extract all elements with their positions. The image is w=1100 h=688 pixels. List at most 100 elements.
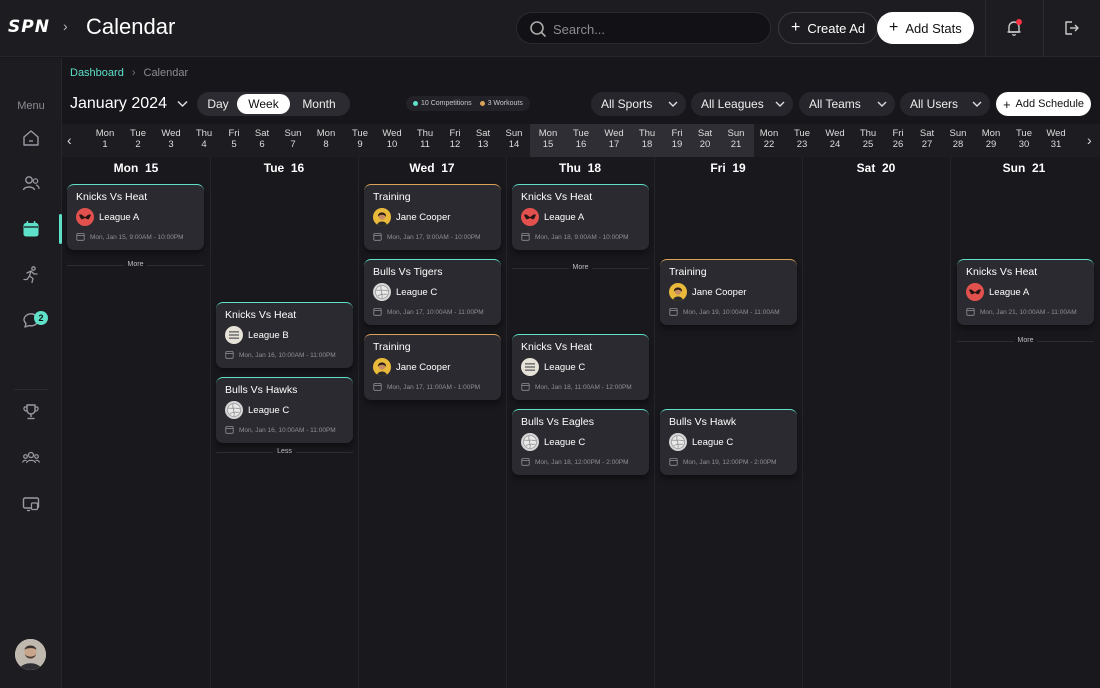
event-subtitle: League A	[989, 286, 1030, 298]
notification-button[interactable]	[1005, 19, 1023, 42]
workout-event-card[interactable]: Training Jane Cooper Mon, Jan 17, 9:00AM -…	[364, 184, 501, 250]
date-strip-day[interactable]: Mon 22	[754, 128, 784, 150]
calendar-icon	[521, 232, 530, 243]
event-time: Mon, Jan 16, 10:00AM - 11:00PM	[239, 352, 336, 359]
date-strip-day[interactable]: Fri 12	[440, 128, 470, 150]
day-number: 24	[829, 139, 841, 150]
sidebar-item-ads[interactable]	[19, 492, 43, 516]
breadcrumb-dashboard-link[interactable]: Dashboard	[70, 67, 124, 79]
search-input[interactable]	[553, 19, 763, 39]
weekday-label: Fri	[449, 128, 461, 139]
date-strip-day[interactable]: Sun 28	[943, 128, 973, 150]
weekday-label: Sat	[475, 128, 491, 139]
sidebar-item-users[interactable]	[19, 171, 43, 195]
event-title: Knicks Vs Heat	[521, 191, 593, 203]
search-box[interactable]	[516, 12, 771, 44]
competition-event-card[interactable]: Knicks Vs Heat League B Mon, Jan 16, 10:00…	[216, 302, 353, 368]
avatar[interactable]	[15, 639, 46, 670]
date-strip-day[interactable]: Wed 10	[377, 128, 407, 150]
competition-event-card[interactable]: Knicks Vs Heat League A Mon, Jan 18, 9:00A…	[512, 184, 649, 250]
date-strip-day[interactable]: Fri 26	[883, 128, 913, 150]
sidebar-item-teams[interactable]	[19, 446, 43, 470]
event-time-row: Mon, Jan 19, 10:00AM - 11:00AM	[669, 307, 780, 318]
show-more-button[interactable]: More	[957, 337, 1094, 344]
date-strip-day[interactable]: Mon 8	[311, 128, 341, 150]
date-strip-day[interactable]: Mon 1	[90, 128, 120, 150]
date-strip-day[interactable]: Thu 25	[853, 128, 883, 150]
sidebar-item-home[interactable]	[19, 126, 43, 150]
workout-event-card[interactable]: Training Jane Cooper Mon, Jan 17, 11:00AM …	[364, 334, 501, 400]
day-number: 12	[449, 139, 461, 150]
date-strip-day[interactable]: Tue 23	[787, 128, 817, 150]
date-strip-day[interactable]: Wed 17	[599, 128, 629, 150]
event-time-row: Mon, Jan 15, 9:00AM - 10:00PM	[76, 232, 184, 243]
date-strip-day[interactable]: Tue 9	[345, 128, 375, 150]
date-strip-day[interactable]: Tue 30	[1009, 128, 1039, 150]
date-strip-day[interactable]: Mon 15	[533, 128, 563, 150]
event-subtitle-row: League C	[669, 433, 733, 451]
date-strip-day[interactable]: Thu 18	[632, 128, 662, 150]
date-strip-day[interactable]: Sun 14	[499, 128, 529, 150]
competition-event-card[interactable]: Bulls Vs Hawk League C Mon, Jan 19, 12:00P…	[660, 409, 797, 475]
date-strip-day[interactable]: Wed 3	[156, 128, 186, 150]
logout-button[interactable]	[1062, 19, 1080, 42]
date-strip-day[interactable]: Sun 7	[278, 128, 308, 150]
date-strip-day[interactable]: Mon 29	[976, 128, 1006, 150]
next-dates-button[interactable]: ›	[1087, 132, 1092, 148]
date-strip-day[interactable]: Wed 24	[820, 128, 850, 150]
prev-dates-button[interactable]: ‹	[67, 132, 72, 148]
league-ball-icon	[521, 433, 539, 451]
league-ball-icon	[669, 433, 687, 451]
event-time: Mon, Jan 16, 10:00AM - 11:00PM	[239, 427, 336, 434]
date-strip-day[interactable]: Thu 4	[189, 128, 219, 150]
view-week-button[interactable]: Week	[237, 94, 290, 114]
competition-event-card[interactable]: Knicks Vs Heat League A Mon, Jan 21, 10:00…	[957, 259, 1094, 325]
weekday-label: Wed	[382, 128, 402, 139]
event-subtitle-row: League B	[225, 326, 289, 344]
date-strip-day[interactable]: Thu 11	[410, 128, 440, 150]
add-schedule-button[interactable]: + Add Schedule	[996, 92, 1091, 116]
day-number: 2	[135, 139, 141, 150]
date-strip-day[interactable]: Sat 6	[247, 128, 277, 150]
show-less-button[interactable]: Less	[216, 448, 353, 455]
competition-event-card[interactable]: Knicks Vs Heat League C Mon, Jan 18, 11:00…	[512, 334, 649, 400]
competition-event-card[interactable]: Bulls Vs Hawks League C Mon, Jan 16, 10:00…	[216, 377, 353, 443]
column-weekday: Sun	[1002, 161, 1026, 175]
date-strip-day[interactable]: Sun 21	[721, 128, 751, 150]
date-strip-day[interactable]: Fri 5	[219, 128, 249, 150]
month-selector[interactable]: January 2024	[70, 95, 188, 113]
weekday-label: Sat	[919, 128, 935, 139]
competition-event-card[interactable]: Knicks Vs Heat League A Mon, Jan 15, 9:00A…	[67, 184, 204, 250]
column-weekday: Wed	[409, 161, 435, 175]
show-more-button[interactable]: More	[512, 264, 649, 271]
date-strip-day[interactable]: Sat 13	[468, 128, 498, 150]
date-strip-day[interactable]: Sat 27	[912, 128, 942, 150]
teams-filter[interactable]: All Teams	[799, 92, 895, 116]
competition-event-card[interactable]: Bulls Vs Eagles League C Mon, Jan 18, 12:0…	[512, 409, 649, 475]
event-subtitle-row: League C	[521, 358, 585, 376]
view-day-button[interactable]: Day	[199, 94, 237, 114]
date-strip-day[interactable]: Fri 19	[662, 128, 692, 150]
logo[interactable]: SPN	[8, 17, 50, 37]
column-weekday: Thu	[558, 161, 581, 175]
event-subtitle-row: League C	[521, 433, 585, 451]
show-more-button[interactable]: More	[67, 261, 204, 268]
calendar-icon	[23, 221, 39, 237]
users-filter[interactable]: All Users	[900, 92, 990, 116]
sidebar-item-calendar[interactable]	[19, 217, 43, 241]
sports-filter[interactable]: All Sports	[591, 92, 686, 116]
date-strip-day[interactable]: Tue 16	[566, 128, 596, 150]
workout-event-card[interactable]: Training Jane Cooper Mon, Jan 19, 10:00AM …	[660, 259, 797, 325]
search-icon	[530, 21, 546, 37]
competition-event-card[interactable]: Bulls Vs Tigers League C Mon, Jan 17, 10:0…	[364, 259, 501, 325]
add-stats-button[interactable]: + Add Stats	[877, 12, 974, 44]
view-month-button[interactable]: Month	[290, 94, 348, 114]
create-ad-button[interactable]: + Create Ad	[778, 12, 879, 44]
date-strip-day[interactable]: Tue 2	[123, 128, 153, 150]
sidebar-item-competitions[interactable]	[19, 400, 43, 424]
sidebar-item-workouts[interactable]	[19, 263, 43, 287]
day-number: 23	[796, 139, 808, 150]
date-strip-day[interactable]: Sat 20	[690, 128, 720, 150]
date-strip-day[interactable]: Wed 31	[1041, 128, 1071, 150]
leagues-filter[interactable]: All Leagues	[691, 92, 793, 116]
